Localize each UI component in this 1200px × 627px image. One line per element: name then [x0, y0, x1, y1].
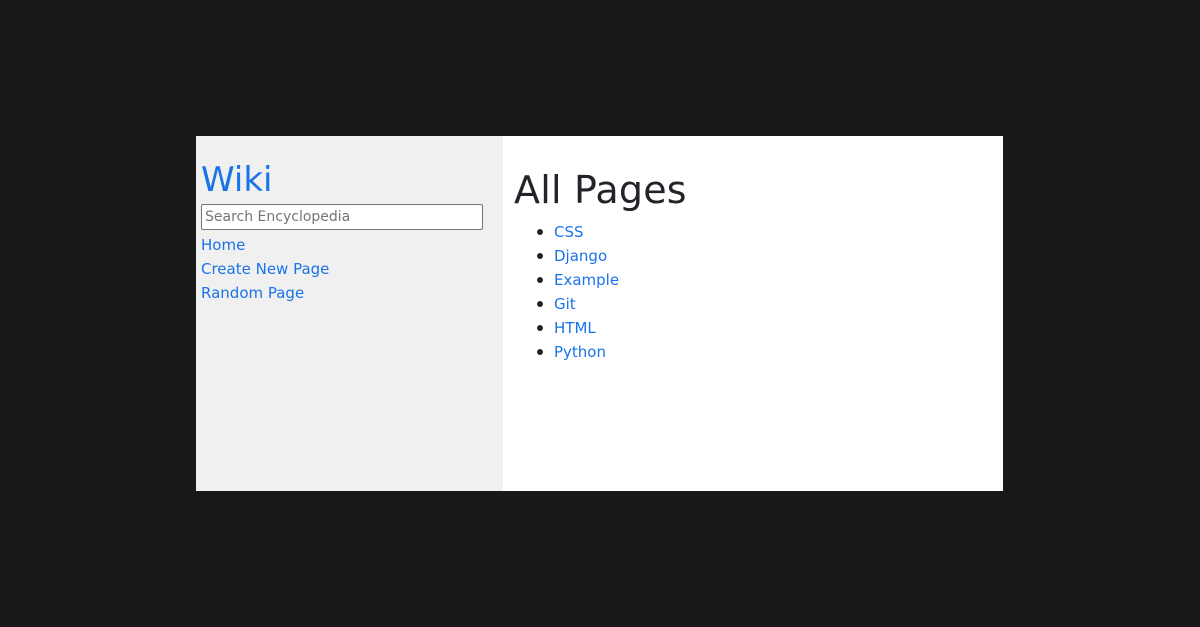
- nav-link-home[interactable]: Home: [201, 233, 503, 257]
- page-link-git[interactable]: Git: [554, 295, 576, 313]
- nav-link-create-new-page[interactable]: Create New Page: [201, 257, 503, 281]
- bullet-icon: [537, 325, 543, 331]
- sidebar: Wiki Home Create New Page Random Page: [196, 136, 503, 491]
- bullet-icon: [537, 253, 543, 259]
- bullet-icon: [537, 229, 543, 235]
- browser-window: Wiki Home Create New Page Random Page Al…: [196, 136, 1003, 491]
- page-link-html[interactable]: HTML: [554, 319, 596, 337]
- list-item: Python: [537, 340, 1003, 364]
- list-item: Git: [537, 292, 1003, 316]
- list-item: HTML: [537, 316, 1003, 340]
- bullet-icon: [537, 301, 543, 307]
- list-item: Example: [537, 268, 1003, 292]
- page-link-example[interactable]: Example: [554, 271, 619, 289]
- page-link-django[interactable]: Django: [554, 247, 607, 265]
- bullet-icon: [537, 349, 543, 355]
- pages-list: CSS Django Example Git HTML Python: [514, 220, 1003, 364]
- page-link-python[interactable]: Python: [554, 343, 606, 361]
- bullet-icon: [537, 277, 543, 283]
- nav-link-random-page[interactable]: Random Page: [201, 281, 503, 305]
- list-item: Django: [537, 244, 1003, 268]
- search-input[interactable]: [201, 204, 483, 230]
- wiki-brand-link[interactable]: Wiki: [201, 160, 503, 200]
- sidebar-nav: Home Create New Page Random Page: [201, 233, 503, 305]
- page-link-css[interactable]: CSS: [554, 223, 584, 241]
- list-item: CSS: [537, 220, 1003, 244]
- main-content: All Pages CSS Django Example Git HTML Py…: [503, 136, 1003, 491]
- page-title: All Pages: [514, 168, 687, 212]
